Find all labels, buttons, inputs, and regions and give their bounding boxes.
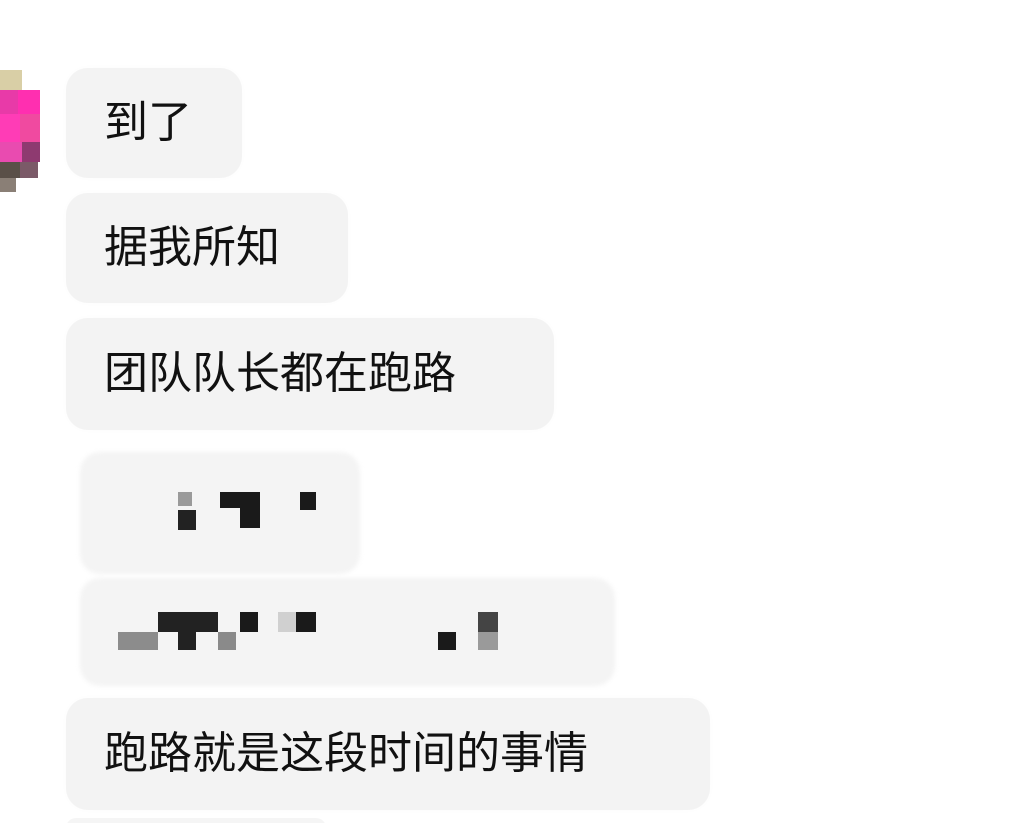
redaction-pixel [478, 612, 498, 632]
redaction-pixel [118, 632, 158, 650]
message-text: 跑路就是这段时间的事情 [104, 728, 588, 779]
chat-screen: 到了 据我所知 团队队长都在跑路 跑路就是这段时间的事情 [0, 0, 1030, 823]
redaction-pixel [240, 508, 260, 528]
message-bubble[interactable]: 团队队长都在跑路 [66, 318, 554, 430]
redaction-pixel [178, 510, 196, 530]
redaction-pixel [178, 492, 192, 506]
redacted-bubble-bg [80, 452, 360, 574]
redaction-pixel [220, 492, 260, 508]
redaction-pixel [158, 612, 218, 632]
message-text: 到了 [104, 97, 192, 148]
redaction-pixel [240, 612, 258, 632]
redacted-message-bubble[interactable] [80, 452, 360, 574]
message-bubble[interactable]: 据我所知 [66, 193, 348, 303]
redaction-pixel [296, 612, 316, 632]
message-text: 团队队长都在跑路 [104, 348, 456, 399]
message-bubble[interactable]: 到了 [66, 68, 242, 178]
redacted-message-bubble[interactable] [80, 578, 615, 686]
message-text: 据我所知 [104, 222, 280, 273]
redaction-pixel [278, 612, 296, 632]
timestamp-cropped [440, 0, 540, 22]
redacted-bubble-bg [80, 578, 615, 686]
message-bubble[interactable]: 跑路就是这段时间的事情 [66, 698, 710, 810]
redaction-pixel [218, 632, 236, 650]
redaction-pixel [438, 632, 456, 650]
redaction-pixel [478, 632, 498, 650]
redaction-pixel [300, 492, 316, 510]
redaction-pixel [178, 632, 196, 650]
message-bubble-cropped[interactable] [66, 818, 326, 823]
pixelated-avatar-icon[interactable] [0, 70, 42, 192]
